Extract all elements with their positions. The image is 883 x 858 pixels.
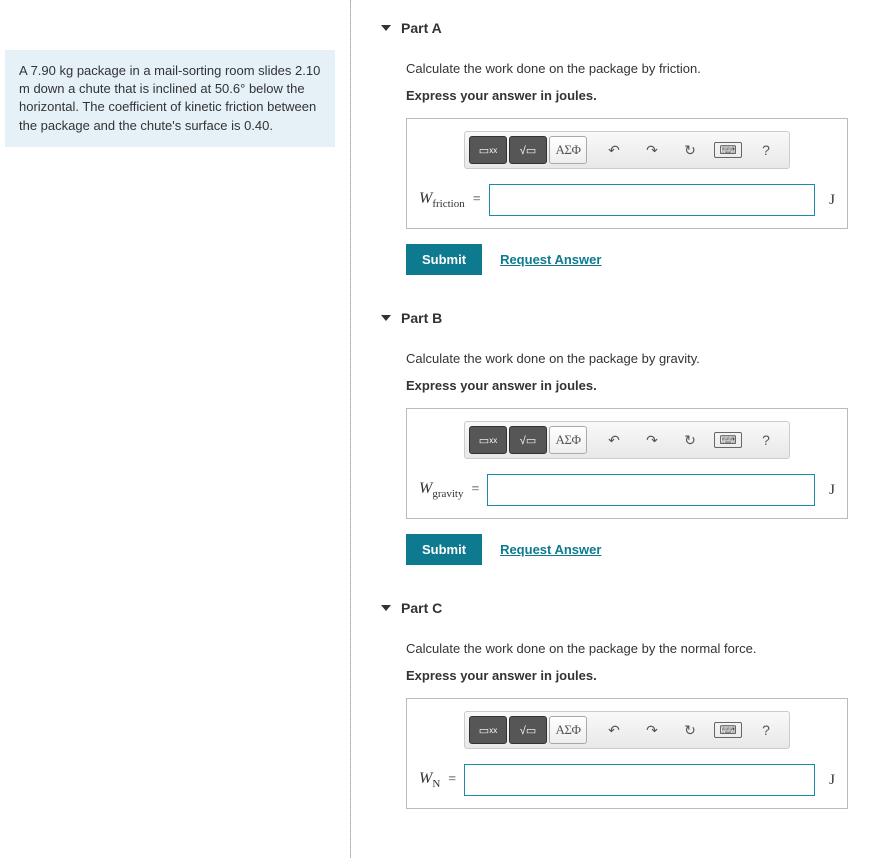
part-b-instruction: Calculate the work done on the package b…	[406, 351, 848, 366]
part-c-header[interactable]: Part C	[381, 600, 848, 616]
sqrt-tool-icon[interactable]: √▭	[509, 136, 547, 164]
help-icon[interactable]: ?	[747, 716, 785, 744]
reset-icon[interactable]: ↻	[671, 426, 709, 454]
answer-input-a[interactable]	[489, 184, 816, 216]
equals-c: =	[448, 772, 456, 788]
caret-down-icon	[381, 315, 391, 321]
sqrt-tool-icon[interactable]: √▭	[509, 716, 547, 744]
part-b-answer-box: ▭xx √▭ ΑΣΦ ↶ ↷ ↻ ⌨ ? Wgravity = J	[406, 408, 848, 519]
var-label-b: Wgravity	[419, 480, 464, 500]
keyboard-icon[interactable]: ⌨	[709, 426, 747, 454]
part-a-instruction: Calculate the work done on the package b…	[406, 61, 848, 76]
part-c-instruction: Calculate the work done on the package b…	[406, 641, 848, 656]
part-b-express: Express your answer in joules.	[406, 378, 848, 393]
caret-down-icon	[381, 25, 391, 31]
toolbar-a: ▭xx √▭ ΑΣΦ ↶ ↷ ↻ ⌨ ?	[464, 131, 790, 169]
greek-tool-icon[interactable]: ΑΣΦ	[549, 136, 587, 164]
template-tool-icon[interactable]: ▭xx	[469, 716, 507, 744]
part-c-answer-box: ▭xx √▭ ΑΣΦ ↶ ↷ ↻ ⌨ ? WN = J	[406, 698, 848, 809]
help-icon[interactable]: ?	[747, 426, 785, 454]
template-tool-icon[interactable]: ▭xx	[469, 136, 507, 164]
reset-icon[interactable]: ↻	[671, 716, 709, 744]
caret-down-icon	[381, 605, 391, 611]
greek-tool-icon[interactable]: ΑΣΦ	[549, 426, 587, 454]
template-tool-icon[interactable]: ▭xx	[469, 426, 507, 454]
part-a-header[interactable]: Part A	[381, 20, 848, 36]
sqrt-tool-icon[interactable]: √▭	[509, 426, 547, 454]
submit-button-b[interactable]: Submit	[406, 534, 482, 565]
part-b-title: Part B	[401, 310, 442, 326]
request-answer-link-b[interactable]: Request Answer	[500, 542, 601, 557]
var-label-c: WN	[419, 770, 440, 790]
redo-icon[interactable]: ↷	[633, 136, 671, 164]
unit-b: J	[823, 482, 835, 499]
part-c: Part C Calculate the work done on the pa…	[381, 600, 848, 809]
undo-icon[interactable]: ↶	[595, 716, 633, 744]
part-c-title: Part C	[401, 600, 442, 616]
part-a: Part A Calculate the work done on the pa…	[381, 20, 848, 275]
redo-icon[interactable]: ↷	[633, 716, 671, 744]
unit-a: J	[823, 192, 835, 209]
var-label-a: Wfriction	[419, 190, 465, 210]
greek-tool-icon[interactable]: ΑΣΦ	[549, 716, 587, 744]
answer-input-b[interactable]	[487, 474, 815, 506]
keyboard-icon[interactable]: ⌨	[709, 136, 747, 164]
toolbar-b: ▭xx √▭ ΑΣΦ ↶ ↷ ↻ ⌨ ?	[464, 421, 790, 459]
request-answer-link-a[interactable]: Request Answer	[500, 252, 601, 267]
equals-b: =	[472, 482, 480, 498]
submit-button-a[interactable]: Submit	[406, 244, 482, 275]
part-b-header[interactable]: Part B	[381, 310, 848, 326]
toolbar-c: ▭xx √▭ ΑΣΦ ↶ ↷ ↻ ⌨ ?	[464, 711, 790, 749]
answer-input-c[interactable]	[464, 764, 815, 796]
keyboard-icon[interactable]: ⌨	[709, 716, 747, 744]
unit-c: J	[823, 772, 835, 789]
undo-icon[interactable]: ↶	[595, 426, 633, 454]
part-c-express: Express your answer in joules.	[406, 668, 848, 683]
problem-text: A 7.90 kg package in a mail-sorting room…	[19, 63, 320, 133]
part-b: Part B Calculate the work done on the pa…	[381, 310, 848, 565]
undo-icon[interactable]: ↶	[595, 136, 633, 164]
equals-a: =	[473, 192, 481, 208]
part-a-answer-box: ▭xx √▭ ΑΣΦ ↶ ↷ ↻ ⌨ ? Wfriction = J	[406, 118, 848, 229]
reset-icon[interactable]: ↻	[671, 136, 709, 164]
help-icon[interactable]: ?	[747, 136, 785, 164]
part-a-express: Express your answer in joules.	[406, 88, 848, 103]
problem-statement: A 7.90 kg package in a mail-sorting room…	[5, 50, 335, 147]
redo-icon[interactable]: ↷	[633, 426, 671, 454]
part-a-title: Part A	[401, 20, 442, 36]
